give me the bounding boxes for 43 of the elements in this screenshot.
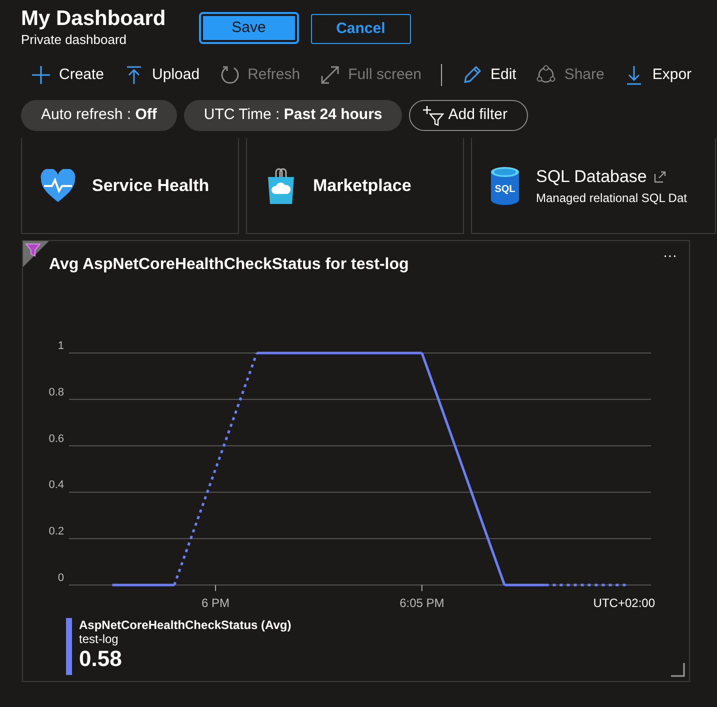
- add-filter-icon: [422, 106, 444, 126]
- toolbar-upload-button[interactable]: Upload: [114, 64, 210, 86]
- add-filter-button[interactable]: Add filter: [409, 100, 528, 132]
- dashboard-subtitle: Private dashboard: [21, 31, 128, 50]
- legend-color-bar: [66, 618, 72, 676]
- y-axis-label: 0: [58, 572, 64, 584]
- refresh-icon: [220, 64, 240, 85]
- y-axis-label: 1: [58, 340, 64, 352]
- tile-card[interactable]: SQL SQL Database Managed relational SQL Dat: [471, 138, 716, 234]
- tile-card[interactable]: Service Health: [21, 138, 239, 234]
- y-axis-label: 0.8: [48, 386, 64, 398]
- y-axis-label: 0.6: [48, 432, 64, 445]
- x-axis-label: 6 PM: [202, 596, 230, 610]
- chart-title: Avg AspNetCoreHealthCheckStatus for test-log: [49, 255, 409, 276]
- pencil-icon: [462, 64, 482, 85]
- dashboard-title: My Dashboard: [21, 7, 166, 30]
- plus-icon: [31, 64, 51, 85]
- y-axis-label: 0.4: [48, 479, 64, 492]
- expand-icon: [320, 64, 340, 85]
- tile-title: SQL Database: [536, 166, 647, 188]
- y-axis-label: 0.2: [48, 526, 64, 538]
- filter-pill[interactable]: Auto refresh : Off: [21, 100, 177, 132]
- heart-pulse-icon: [40, 168, 76, 203]
- timezone-label: UTC+02:00: [593, 596, 655, 610]
- share-icon: [536, 64, 556, 85]
- tile-card[interactable]: Marketplace: [246, 138, 464, 234]
- cancel-button[interactable]: Cancel: [310, 14, 411, 44]
- tile-title: Marketplace: [313, 174, 412, 197]
- legend-value: 0.58: [79, 646, 123, 672]
- save-button[interactable]: Save: [200, 14, 297, 42]
- more-options-button[interactable]: ···: [659, 245, 681, 266]
- toolbar-create-button[interactable]: Create: [21, 64, 114, 86]
- toolbar-edit-button[interactable]: Edit: [452, 64, 526, 86]
- tile-title: Service Health: [92, 174, 210, 197]
- shopping-bag-icon: [265, 166, 297, 205]
- legend-resource: test-log: [79, 632, 120, 647]
- x-axis-label: 6:05 PM: [400, 596, 444, 610]
- filter-pill[interactable]: UTC Time : Past 24 hours: [184, 100, 402, 132]
- filter-corner-icon: [23, 241, 49, 268]
- legend-metric: AspNetCoreHealthCheckStatus (Avg): [79, 618, 292, 632]
- tile-description: Managed relational SQL Dat: [536, 190, 687, 208]
- toolbar-export-button[interactable]: Expor: [614, 64, 702, 86]
- resize-handle-icon[interactable]: [671, 663, 685, 678]
